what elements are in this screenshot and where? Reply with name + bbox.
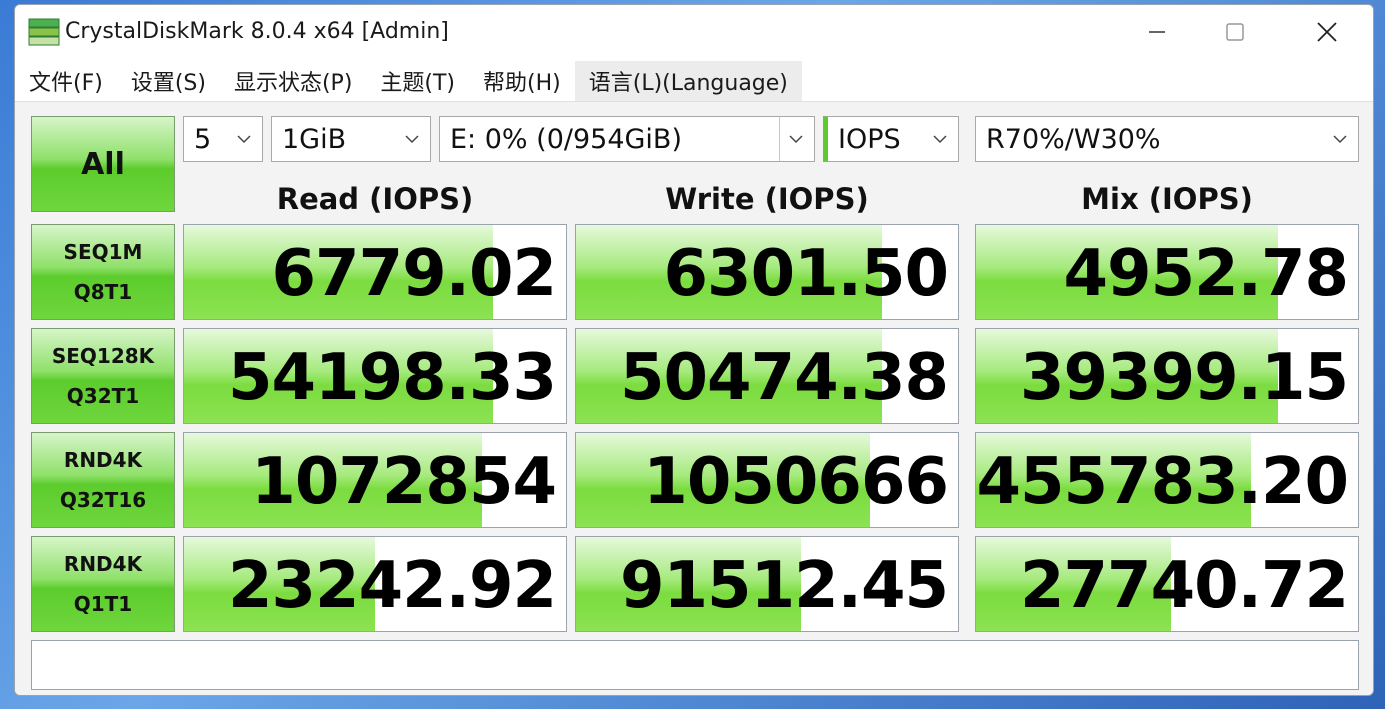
result-value: 23242.92 <box>227 549 557 623</box>
result-cell: 1072854 <box>183 432 567 528</box>
menu-help[interactable]: 帮助(H) <box>469 61 575 101</box>
result-value: 1050666 <box>643 445 949 519</box>
test-name-label: SEQ1M <box>63 240 143 264</box>
result-cell: 91512.45 <box>575 536 959 632</box>
test-params-label: Q32T1 <box>66 384 140 408</box>
chevron-down-icon <box>789 135 803 144</box>
result-cell: 1050666 <box>575 432 959 528</box>
test-params-label: Q8T1 <box>73 280 133 304</box>
chevron-down-icon <box>237 135 251 144</box>
drive-value: E: 0% (0/954GiB) <box>450 123 682 155</box>
chevron-down-icon <box>933 135 947 144</box>
menu-language[interactable]: 语言(L)(Language) <box>574 61 802 101</box>
maximize-button[interactable] <box>1189 5 1281 59</box>
result-value: 50474.38 <box>619 341 949 415</box>
test-size-select[interactable]: 1GiB <box>271 116 431 162</box>
test-name-label: SEQ128K <box>51 344 155 368</box>
app-icon <box>28 18 60 46</box>
status-bar <box>31 640 1359 690</box>
mix-ratio-value: R70%/W30% <box>986 123 1161 155</box>
test-button-seq1m-q8t1[interactable]: SEQ1M Q8T1 <box>31 224 175 320</box>
result-cell: 6301.50 <box>575 224 959 320</box>
unit-select[interactable]: IOPS <box>823 116 959 162</box>
result-cell: 6779.02 <box>183 224 567 320</box>
result-value: 6779.02 <box>271 237 557 311</box>
minimize-icon <box>1149 31 1165 33</box>
test-params-label: Q32T16 <box>59 488 147 512</box>
result-cell: 27740.72 <box>975 536 1359 632</box>
result-cell: 23242.92 <box>183 536 567 632</box>
result-value: 91512.45 <box>619 549 949 623</box>
all-button[interactable]: All <box>31 116 175 212</box>
result-cell: 455783.20 <box>975 432 1359 528</box>
result-value: 54198.33 <box>227 341 557 415</box>
menu-display[interactable]: 显示状态(P) <box>220 61 366 101</box>
chevron-down-icon <box>1333 135 1347 144</box>
test-name-label: RND4K <box>63 448 143 472</box>
unit-value: IOPS <box>838 123 901 155</box>
menu-settings[interactable]: 设置(S) <box>117 61 220 101</box>
result-value: 6301.50 <box>663 237 949 311</box>
close-icon <box>1317 22 1337 42</box>
test-button-seq128k-q32t1[interactable]: SEQ128K Q32T1 <box>31 328 175 424</box>
test-size-value: 1GiB <box>282 123 347 155</box>
menu-file[interactable]: 文件(F) <box>15 61 117 101</box>
menu-bar: 文件(F) 设置(S) 显示状态(P) 主题(T) 帮助(H) 语言(L)(La… <box>15 61 1373 101</box>
window-title: CrystalDiskMark 8.0.4 x64 [Admin] <box>65 19 449 44</box>
test-params-label: Q1T1 <box>73 592 133 616</box>
result-value: 455783.20 <box>976 445 1349 519</box>
all-button-label: All <box>81 146 125 182</box>
test-button-rnd4k-q1t1[interactable]: RND4K Q1T1 <box>31 536 175 632</box>
result-cell: 4952.78 <box>975 224 1359 320</box>
result-value: 1072854 <box>251 445 557 519</box>
mix-ratio-select[interactable]: R70%/W30% <box>975 116 1359 162</box>
result-value: 4952.78 <box>1063 237 1349 311</box>
result-value: 27740.72 <box>1019 549 1349 623</box>
drive-select[interactable]: E: 0% (0/954GiB) <box>439 116 815 162</box>
column-header-read: Read (IOPS) <box>276 182 474 216</box>
result-cell: 54198.33 <box>183 328 567 424</box>
result-value: 39399.15 <box>1019 341 1349 415</box>
app-window: CrystalDiskMark 8.0.4 x64 [Admin] 文件(F) … <box>14 4 1374 696</box>
title-bar: CrystalDiskMark 8.0.4 x64 [Admin] <box>15 5 1373 59</box>
result-cell: 50474.38 <box>575 328 959 424</box>
column-header-write: Write (IOPS) <box>665 182 869 216</box>
test-button-rnd4k-q32t16[interactable]: RND4K Q32T16 <box>31 432 175 528</box>
close-button[interactable] <box>1281 5 1373 59</box>
benchmark-panel: All 5 1GiB E: 0% (0/954GiB) IOPS R70%/W3… <box>15 101 1373 695</box>
chevron-down-icon <box>405 135 419 144</box>
test-name-label: RND4K <box>63 552 143 576</box>
column-header-mix: Mix (IOPS) <box>1081 182 1253 216</box>
test-count-select[interactable]: 5 <box>183 116 263 162</box>
test-count-value: 5 <box>194 123 212 155</box>
select-divider <box>779 117 780 161</box>
result-cell: 39399.15 <box>975 328 1359 424</box>
maximize-icon <box>1226 23 1244 41</box>
menu-theme[interactable]: 主题(T) <box>366 61 469 101</box>
